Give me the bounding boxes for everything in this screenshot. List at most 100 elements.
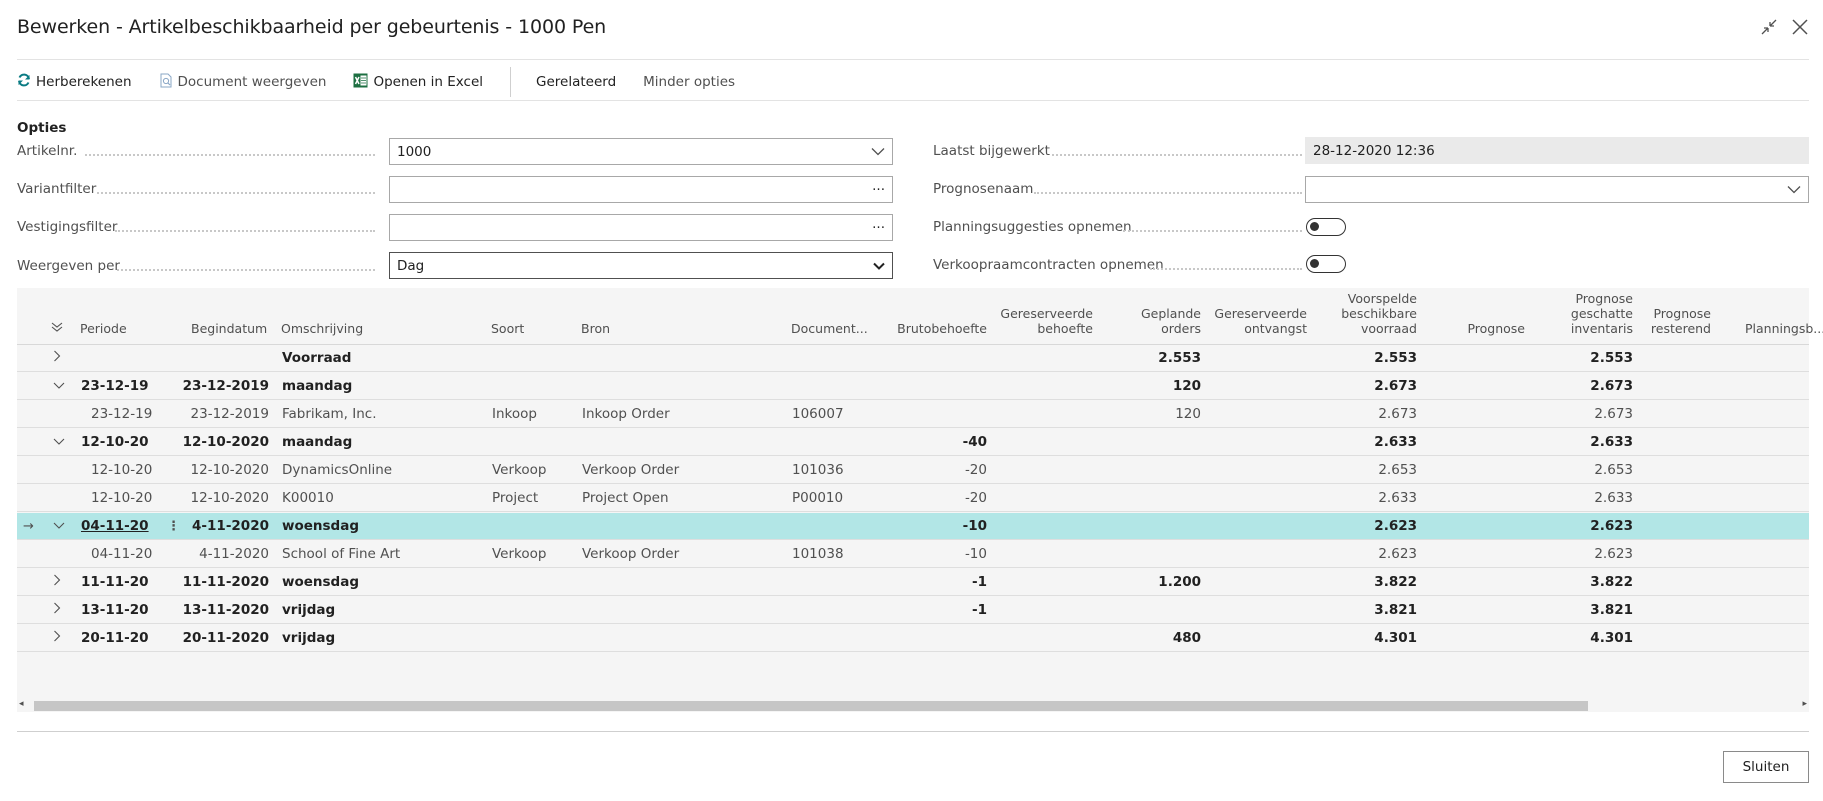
toggle-knob — [1310, 259, 1319, 268]
cell-periode: 20-11-20 — [81, 630, 149, 646]
table-row[interactable]: 12-10-20 12-10-2020 K00010 Project Project O… — [17, 485, 1809, 512]
document-weergeven-button[interactable]: Document weergeven — [159, 73, 326, 92]
header-line: Voorspelde — [1347, 291, 1417, 306]
table-row[interactable]: 13-11-20 13-11-2020 vrijdag -1 3.821 3.821 — [17, 597, 1809, 624]
cell-omschrijving: School of Fine Art — [282, 546, 401, 562]
variantfilter-field[interactable]: ··· — [389, 176, 893, 203]
cell-brutobehoefte: -1 — [972, 602, 987, 618]
cell-voorspelde-beschikbare-voorraad: 2.673 — [1374, 378, 1417, 394]
chevron-down-icon[interactable] — [1787, 182, 1801, 198]
expand-chevron-icon[interactable] — [53, 597, 61, 624]
cell-brutobehoefte — [877, 373, 987, 400]
collapse-icon[interactable] — [1761, 19, 1777, 39]
cell-soort: Inkoop — [492, 406, 537, 422]
cell-begindatum: 13-11-2020 — [182, 602, 269, 618]
vestigingsfilter-label: Vestigingsfilter — [17, 219, 118, 235]
artikelnr-label: Artikelnr. — [17, 143, 78, 159]
cell-voorspelde-beschikbare-voorraad: 2.553 — [1374, 350, 1417, 366]
scroll-left-icon[interactable]: ◂ — [19, 699, 24, 709]
cell-document: 101038 — [792, 546, 844, 562]
collapse-chevron-icon[interactable] — [53, 429, 65, 456]
chevron-down-icon[interactable] — [871, 144, 885, 160]
cell-prognose-geschatte-inventaris: 2.673 — [1594, 406, 1633, 422]
toggle-knob — [1310, 222, 1319, 231]
table-row[interactable]: 04-11-20 4-11-2020 School of Fine Art Verko… — [17, 541, 1809, 568]
cell-begindatum — [147, 345, 269, 372]
expand-chevron-icon[interactable] — [53, 569, 61, 596]
header-line: Gereserveerde — [1214, 306, 1307, 321]
expand-chevron-icon[interactable] — [53, 625, 61, 652]
prognosenaam-field[interactable] — [1305, 176, 1809, 203]
leader-dots — [1052, 153, 1302, 156]
col-prognose[interactable]: Prognose — [1415, 321, 1525, 336]
header-line: behoefte — [1037, 321, 1093, 336]
cell-periode: 12-10-20 — [91, 490, 153, 506]
collapse-chevron-icon[interactable] — [53, 373, 65, 400]
cell-omschrijving: K00010 — [282, 490, 334, 506]
cell-brutobehoefte: -10 — [964, 546, 987, 562]
cell-omschrijving: vrijdag — [282, 602, 336, 618]
chevron-down-icon[interactable] — [873, 258, 885, 274]
table-row[interactable]: → 04-11-20 ⋮ 4-11-2020 woensdag -10 2.623 2.623 — [17, 513, 1809, 540]
col-document[interactable]: Document... — [791, 321, 868, 336]
weergeven-per-select[interactable]: Dag — [389, 252, 893, 279]
collapse-chevron-icon[interactable] — [53, 513, 65, 540]
cell-soort: Verkoop — [492, 462, 547, 478]
vestigingsfilter-field[interactable]: ··· — [389, 214, 893, 241]
artikelnr-field[interactable]: 1000 — [389, 138, 893, 165]
sluiten-button[interactable]: Sluiten — [1723, 751, 1809, 783]
laatst-bijgewerkt-field: 28-12-2020 12:36 — [1305, 137, 1809, 164]
col-brutobehoefte[interactable]: Brutobehoefte — [877, 321, 987, 336]
grid-header: Periode Begindatum Omschrijving Soort Br… — [17, 288, 1823, 345]
col-omschrijving[interactable]: Omschrijving — [281, 321, 363, 336]
horizontal-scrollbar[interactable]: ◂ ▸ — [17, 699, 1809, 711]
laatst-bijgewerkt-value: 28-12-2020 12:36 — [1313, 142, 1435, 159]
ellipsis-lookup-icon[interactable]: ··· — [872, 182, 885, 198]
minder-opties-button[interactable]: Minder opties — [643, 74, 735, 90]
col-gereserveerde-ontvangst[interactable]: Gereserveerde ontvangst — [1197, 306, 1307, 336]
cell-periode[interactable]: 04-11-20 — [81, 513, 149, 540]
col-planningsb[interactable]: Planningsb... — [1745, 321, 1823, 336]
openen-in-excel-button[interactable]: Openen in Excel — [353, 73, 483, 92]
col-bron[interactable]: Bron — [581, 321, 610, 336]
cell-prognose-geschatte-inventaris: 2.653 — [1594, 462, 1633, 478]
leader-dots — [115, 229, 375, 232]
planningsuggesties-toggle[interactable] — [1306, 218, 1346, 236]
col-voorspelde-beschikbare-voorraad[interactable]: Voorspelde beschikbare voorraad — [1307, 291, 1417, 336]
col-periode[interactable]: Periode — [80, 321, 127, 336]
expand-chevron-icon[interactable] — [53, 345, 61, 372]
col-geplande-orders[interactable]: Geplande orders — [1091, 306, 1201, 336]
cell-bron: Verkoop Order — [582, 462, 680, 478]
cell-periode: 12-10-20 — [91, 462, 153, 478]
table-row[interactable]: 11-11-20 11-11-2020 woensdag -1 1.200 3.822 3.… — [17, 569, 1809, 596]
gerelateerd-menu[interactable]: Gerelateerd — [536, 74, 616, 90]
close-icon[interactable] — [1791, 18, 1809, 40]
table-row[interactable]: 23-12-19 23-12-2019 Fabrikam, Inc. Inkoop In… — [17, 401, 1809, 428]
table-row[interactable]: 20-11-20 20-11-2020 vrijdag 480 4.301 4.301 — [17, 625, 1809, 652]
ellipsis-lookup-icon[interactable]: ··· — [872, 220, 885, 236]
scroll-thumb[interactable] — [34, 701, 1588, 711]
prognosenaam-label: Prognosenaam — [933, 181, 1034, 197]
collapse-all-icon[interactable] — [51, 321, 63, 336]
col-gereserveerde-behoefte[interactable]: Gereserveerde behoefte — [983, 306, 1093, 336]
leader-dots — [1150, 267, 1302, 270]
col-prognose-resterend[interactable]: Prognose resterend — [1601, 306, 1711, 336]
col-soort[interactable]: Soort — [491, 321, 524, 336]
herberekenen-button[interactable]: Herberekenen — [17, 73, 132, 91]
verkoopraam-toggle[interactable] — [1306, 255, 1346, 273]
cell-brutobehoefte: -1 — [972, 574, 987, 590]
scroll-right-icon[interactable]: ▸ — [1802, 699, 1807, 709]
table-row[interactable]: 23-12-19 23-12-2019 maandag 120 2.673 2.673 — [17, 373, 1809, 400]
table-row[interactable]: 12-10-20 12-10-2020 DynamicsOnline Verkoop V… — [17, 457, 1809, 484]
openen-in-excel-label: Openen in Excel — [373, 74, 484, 90]
cell-periode: 23-12-19 — [91, 406, 153, 422]
cell-prognose-geschatte-inventaris: 2.633 — [1590, 434, 1633, 450]
laatst-bijgewerkt-label: Laatst bijgewerkt — [933, 143, 1050, 159]
table-row[interactable]: Voorraad 2.553 2.553 2.553 — [17, 345, 1809, 372]
table-row[interactable]: 12-10-20 12-10-2020 maandag -40 2.633 2.633 — [17, 429, 1809, 456]
action-bar: Herberekenen Document weergeven Openen i… — [17, 67, 762, 97]
cell-prognose-geschatte-inventaris: 4.301 — [1590, 630, 1633, 646]
col-begindatum[interactable]: Begindatum — [191, 321, 267, 336]
cell-soort: Verkoop — [492, 546, 547, 562]
cell-brutobehoefte — [877, 625, 987, 652]
